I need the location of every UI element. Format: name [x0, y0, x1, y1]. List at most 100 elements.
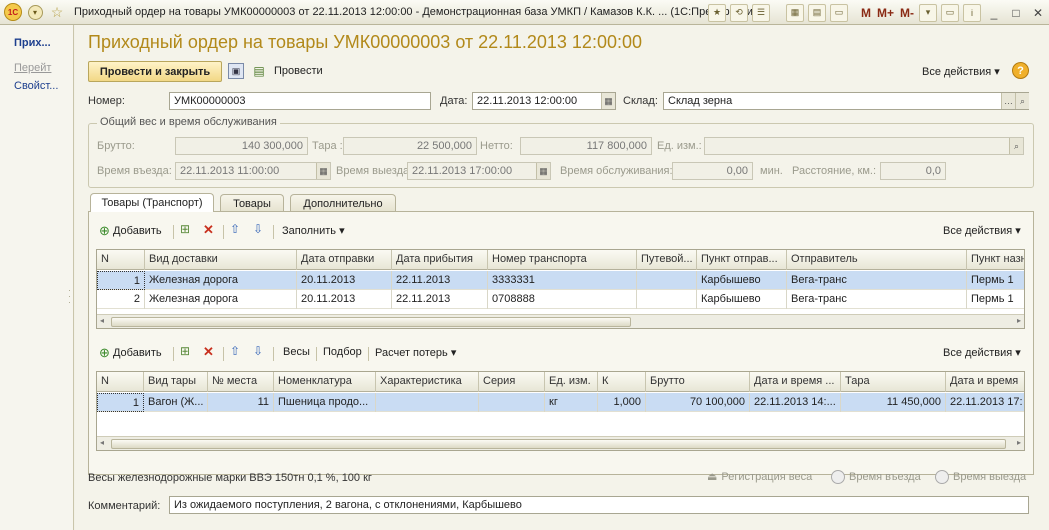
save-icon[interactable]: ▣ [228, 63, 244, 79]
dropdown-icon[interactable]: ▾ [919, 3, 937, 22]
move-up-icon[interactable]: ⇧ [230, 344, 240, 358]
table-cell[interactable]: 11 450,000 [841, 393, 946, 412]
loss-calc-menu[interactable]: Расчет потерь ▾ [375, 346, 456, 360]
table-cell[interactable]: Вега-транс [787, 290, 967, 309]
scroll-left-icon[interactable]: ◂ [100, 316, 104, 325]
register-weight-button[interactable]: ⏏ Регистрация веса [707, 470, 812, 484]
table-cell[interactable]: 22.11.2013 17: [946, 393, 1024, 412]
close-icon[interactable]: ✕ [1028, 3, 1048, 23]
weights-button[interactable]: Весы [283, 346, 310, 358]
table-cell[interactable]: Пшеница продо... [274, 393, 376, 412]
column-header[interactable]: Дата и время [946, 372, 1024, 392]
comment-field[interactable]: Из ожидаемого поступления, 2 вагона, с о… [169, 496, 1029, 514]
number-field[interactable]: УМК00000003 [169, 92, 431, 110]
scroll-right-icon[interactable]: ▸ [1017, 438, 1021, 447]
date-field[interactable]: 22.11.2013 12:00:00 [472, 92, 616, 110]
scroll-left-icon[interactable]: ◂ [100, 438, 104, 447]
table-row[interactable]: 2 Железная дорога 20.11.2013 22.11.2013 … [97, 290, 1024, 309]
memory-button[interactable]: M [861, 6, 871, 20]
table-cell[interactable]: 1 [97, 271, 145, 290]
table-cell[interactable]: 3333331 [488, 271, 637, 290]
table-cell[interactable] [637, 271, 697, 290]
column-header[interactable]: Серия [479, 372, 545, 392]
column-header[interactable]: Вид доставки [145, 250, 297, 270]
memory-plus-button[interactable]: M+ [877, 6, 894, 20]
table-cell[interactable]: Железная дорога [145, 290, 297, 309]
maximize-icon[interactable]: □ [1006, 3, 1026, 23]
column-header[interactable]: Характеристика [376, 372, 479, 392]
delete-row-icon[interactable]: ✕ [203, 222, 214, 238]
info-icon[interactable]: i [963, 3, 981, 22]
table-cell[interactable] [479, 393, 545, 412]
column-header[interactable]: Тара [841, 372, 946, 392]
table-cell[interactable]: Пермь 1 [967, 290, 1024, 309]
fill-menu[interactable]: Заполнить ▾ [282, 224, 345, 238]
minimize-icon[interactable]: _ [984, 3, 1004, 23]
table-row[interactable]: 1 Вагон (Ж... 11 Пшеница продо... кг 1,0… [97, 393, 1024, 412]
tab-goods-transport[interactable]: Товары (Транспорт) [90, 193, 214, 212]
window-list-icon[interactable]: ▭ [941, 3, 959, 22]
table-cell[interactable]: Вагон (Ж... [144, 393, 208, 412]
transport-table[interactable]: N Вид доставки Дата отправки Дата прибыт… [96, 249, 1025, 329]
resize-grip[interactable]: · · · [68, 286, 71, 307]
table-cell[interactable]: 22.11.2013 [392, 271, 488, 290]
goods-horizontal-scrollbar[interactable]: ◂ ▸ [97, 436, 1024, 450]
table-cell[interactable]: 70 100,000 [646, 393, 750, 412]
table-cell[interactable]: 0708888 [488, 290, 637, 309]
table-cell[interactable]: 22.11.2013 [392, 290, 488, 309]
post-button[interactable]: Провести [274, 65, 323, 77]
post-and-close-button[interactable]: Провести и закрыть [88, 61, 222, 82]
all-actions-menu[interactable]: Все действия ▾ [922, 65, 1000, 78]
tab-goods[interactable]: Товары [220, 194, 284, 212]
sidebar-item-order[interactable]: Прих... [14, 37, 51, 49]
table-cell[interactable]: Железная дорога [145, 271, 297, 290]
tab-additional[interactable]: Дополнительно [290, 194, 396, 212]
copy-row-icon[interactable]: ⊞ [180, 344, 190, 358]
add-favorite-icon[interactable]: ★ [707, 3, 726, 22]
column-header[interactable]: Пункт отправ... [697, 250, 787, 270]
column-header[interactable]: К [598, 372, 646, 392]
transport-horizontal-scrollbar[interactable]: ◂ ▸ [97, 314, 1024, 328]
entry-time-button[interactable]: Время въезда [831, 470, 921, 484]
column-header[interactable]: Путевой... [637, 250, 697, 270]
copy-row-icon[interactable]: ⊞ [180, 222, 190, 236]
column-header[interactable]: Номер транспорта [488, 250, 637, 270]
table-cell[interactable] [376, 393, 479, 412]
memory-minus-button[interactable]: M- [900, 6, 914, 20]
table-cell[interactable]: 20.11.2013 [297, 271, 392, 290]
help-icon[interactable]: ? [1012, 62, 1029, 79]
calendar-icon[interactable]: ▤ [807, 3, 826, 22]
warehouse-search-icon[interactable]: ⌕ [1015, 93, 1029, 109]
history-icon[interactable]: ⟲ [729, 3, 748, 22]
table-cell[interactable] [637, 290, 697, 309]
table-cell[interactable]: Карбышево [697, 271, 787, 290]
column-header[interactable]: № места [208, 372, 274, 392]
table-cell[interactable]: Пермь 1 [967, 271, 1024, 290]
scroll-right-icon[interactable]: ▸ [1017, 316, 1021, 325]
post-document-icon[interactable]: ▤ [251, 63, 267, 79]
column-header[interactable]: Дата и время ... [750, 372, 841, 392]
scroll-thumb[interactable] [111, 317, 631, 327]
transport-add-button[interactable]: ⊕ Добавить [99, 223, 162, 239]
clipboard-icon[interactable]: ▭ [829, 3, 848, 22]
delete-row-icon[interactable]: ✕ [203, 344, 214, 360]
column-header[interactable]: Ед. изм. [545, 372, 598, 392]
table-cell[interactable]: 11 [208, 393, 274, 412]
column-header[interactable]: Вид тары [144, 372, 208, 392]
table-cell[interactable]: 2 [97, 290, 145, 309]
scroll-thumb[interactable] [111, 439, 1006, 449]
table-cell[interactable]: Вега-транс [787, 271, 967, 290]
pick-button[interactable]: Подбор [323, 346, 362, 358]
menu-icon[interactable]: ▾ [26, 3, 44, 21]
table-cell[interactable]: 1 [97, 393, 144, 412]
table-cell[interactable]: кг [545, 393, 598, 412]
move-up-icon[interactable]: ⇧ [230, 222, 240, 236]
goods-add-button[interactable]: ⊕ Добавить [99, 345, 162, 361]
column-header[interactable]: Номенклатура [274, 372, 376, 392]
column-header[interactable]: Пункт назн [967, 250, 1024, 270]
column-header[interactable]: N [97, 372, 144, 392]
table-cell[interactable]: 20.11.2013 [297, 290, 392, 309]
date-calendar-icon[interactable]: ▦ [601, 93, 615, 109]
warehouse-select-icon[interactable]: … [1001, 93, 1015, 109]
calculator-icon[interactable]: ▦ [785, 3, 804, 22]
